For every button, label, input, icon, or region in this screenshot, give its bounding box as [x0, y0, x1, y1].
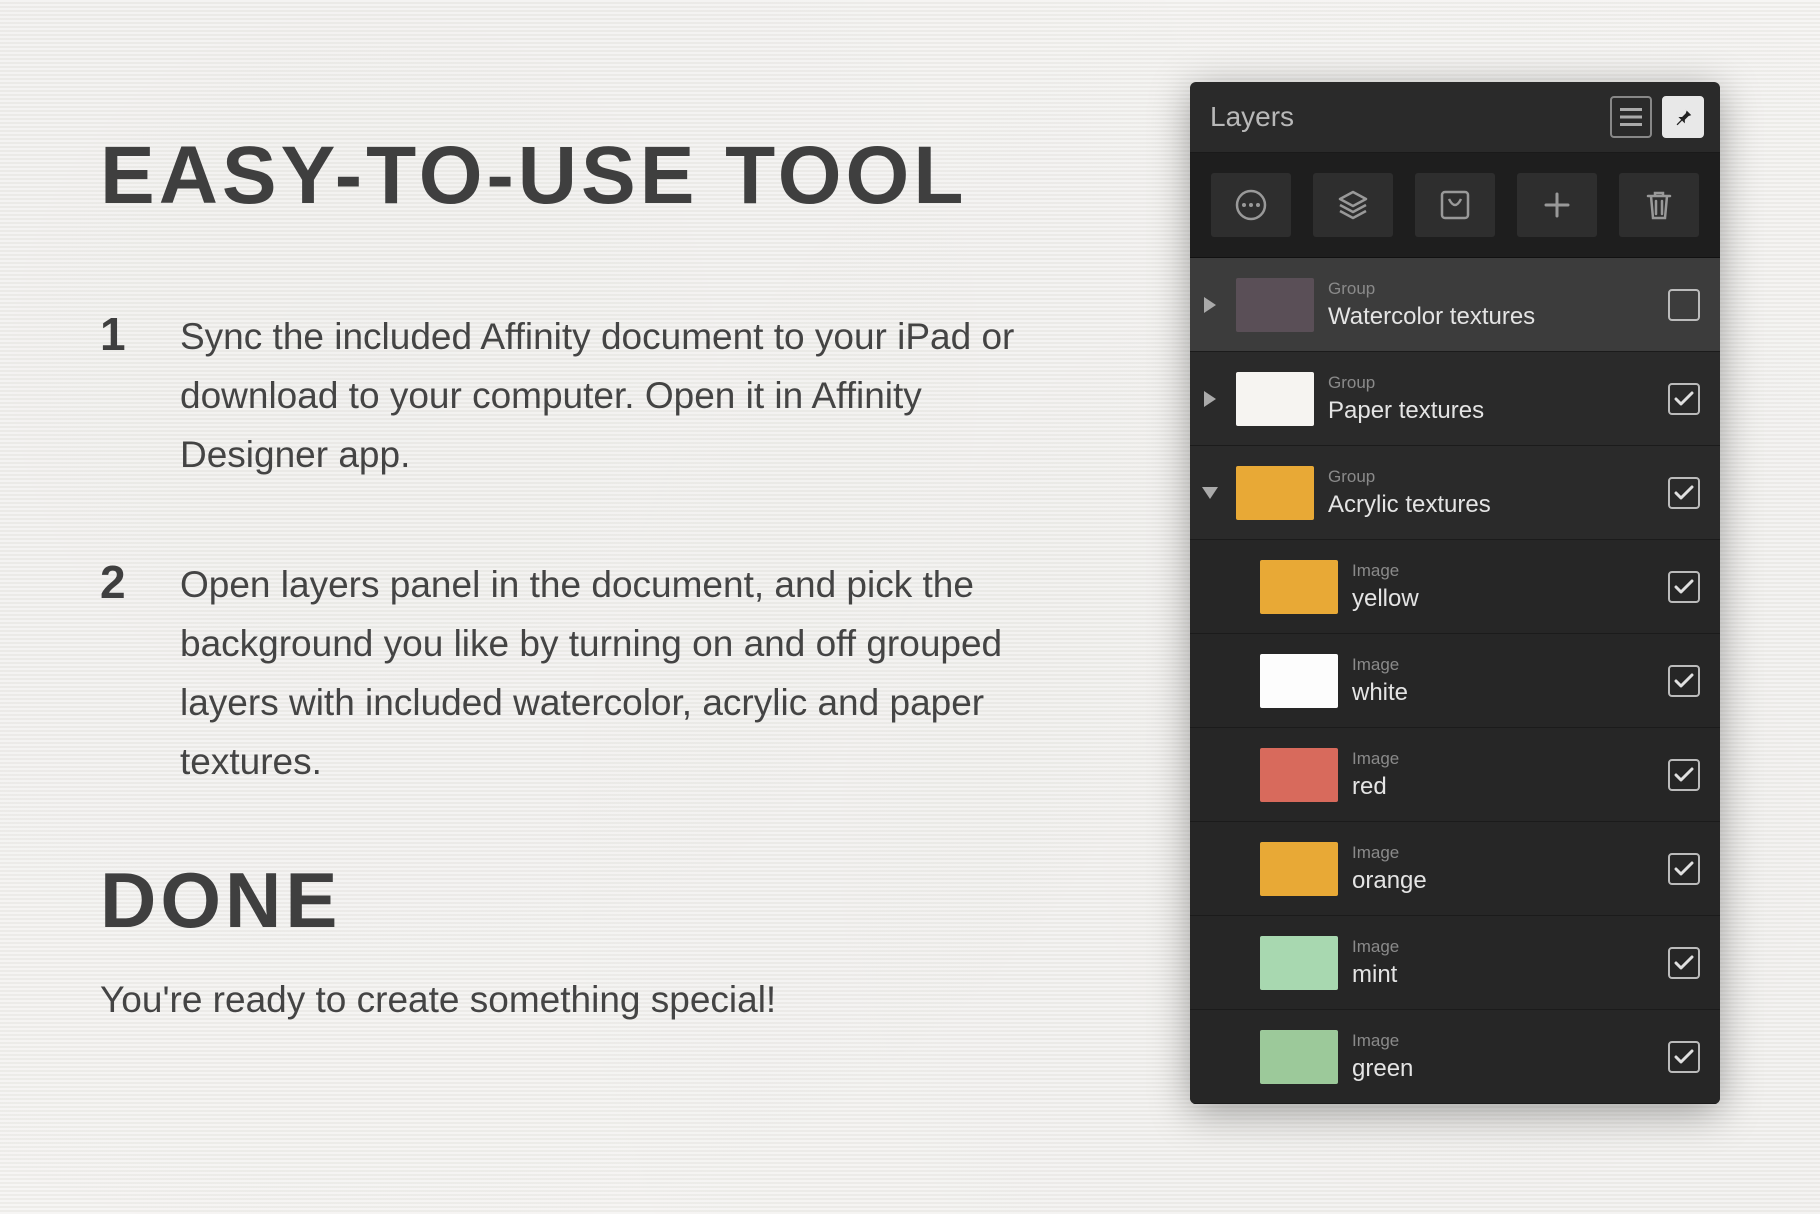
step-item: 1 Sync the included Affinity document to…: [100, 307, 1080, 485]
layer-type: Image: [1352, 1031, 1654, 1051]
layer-row[interactable]: Group Paper textures: [1190, 352, 1720, 446]
layers-panel: Layers Group Watercolor textures Group Pape…: [1190, 82, 1720, 1104]
layer-info: Image red: [1352, 749, 1654, 801]
layer-type: Group: [1328, 373, 1654, 393]
trash-icon: [1645, 189, 1673, 221]
menu-icon: [1620, 108, 1642, 126]
layer-row[interactable]: Group Acrylic textures: [1190, 446, 1720, 540]
chevron-right-icon[interactable]: [1198, 387, 1222, 411]
layer-name: orange: [1352, 867, 1654, 895]
check-icon: [1674, 861, 1694, 877]
layer-thumbnail: [1260, 936, 1338, 990]
layer-info: Image orange: [1352, 843, 1654, 895]
layer-name: red: [1352, 773, 1654, 801]
layer-row[interactable]: Image orange: [1190, 822, 1720, 916]
layer-type: Group: [1328, 467, 1654, 487]
layer-list: Group Watercolor textures Group Paper textu…: [1190, 258, 1720, 1104]
layer-type: Group: [1328, 279, 1654, 299]
visibility-checkbox[interactable]: [1668, 947, 1700, 979]
layer-name: Paper textures: [1328, 397, 1654, 425]
layer-info: Image green: [1352, 1031, 1654, 1083]
plus-icon: [1542, 190, 1572, 220]
pin-panel-button[interactable]: [1662, 96, 1704, 138]
check-icon: [1674, 673, 1694, 689]
layer-name: yellow: [1352, 585, 1654, 613]
layer-name: mint: [1352, 961, 1654, 989]
visibility-checkbox[interactable]: [1668, 759, 1700, 791]
layer-row[interactable]: Image yellow: [1190, 540, 1720, 634]
check-icon: [1674, 579, 1694, 595]
step-text: Open layers panel in the document, and p…: [180, 555, 1080, 792]
visibility-checkbox[interactable]: [1668, 477, 1700, 509]
layer-info: Image white: [1352, 655, 1654, 707]
layer-type: Image: [1352, 749, 1654, 769]
page-title: EASY-TO-USE TOOL: [100, 135, 1080, 217]
layer-row[interactable]: Group Watercolor textures: [1190, 258, 1720, 352]
layer-thumbnail: [1236, 278, 1314, 332]
done-text: You're ready to create something special…: [100, 979, 1080, 1021]
check-icon: [1674, 767, 1694, 783]
panel-header: Layers: [1190, 82, 1720, 153]
layer-row[interactable]: Image mint: [1190, 916, 1720, 1010]
layer-thumbnail: [1236, 466, 1314, 520]
layer-info: Image yellow: [1352, 561, 1654, 613]
layer-name: Acrylic textures: [1328, 491, 1654, 519]
layer-thumbnail: [1260, 842, 1338, 896]
panel-header-actions: [1610, 96, 1704, 138]
layer-thumbnail: [1260, 1030, 1338, 1084]
mask-icon: [1439, 189, 1471, 221]
panel-toolbar: [1190, 153, 1720, 258]
step-number: 2: [100, 555, 140, 792]
done-heading: DONE: [100, 861, 1080, 939]
more-options-icon: [1234, 188, 1268, 222]
layer-row[interactable]: Image red: [1190, 728, 1720, 822]
step-number: 1: [100, 307, 140, 485]
layer-options-button[interactable]: [1211, 173, 1291, 237]
visibility-checkbox[interactable]: [1668, 665, 1700, 697]
layer-name: Watercolor textures: [1328, 303, 1654, 331]
layer-type: Image: [1352, 655, 1654, 675]
step-text: Sync the included Affinity document to y…: [180, 307, 1080, 485]
chevron-right-icon[interactable]: [1198, 293, 1222, 317]
layer-name: green: [1352, 1055, 1654, 1083]
layer-thumbnail: [1260, 748, 1338, 802]
panel-title: Layers: [1210, 101, 1294, 133]
layer-stack-button[interactable]: [1313, 173, 1393, 237]
layer-thumbnail: [1236, 372, 1314, 426]
visibility-checkbox[interactable]: [1668, 1041, 1700, 1073]
layer-info: Group Paper textures: [1328, 373, 1654, 425]
layer-thumbnail: [1260, 560, 1338, 614]
layer-thumbnail: [1260, 654, 1338, 708]
check-icon: [1674, 391, 1694, 407]
chevron-down-icon[interactable]: [1198, 481, 1222, 505]
layer-type: Image: [1352, 937, 1654, 957]
instructions-column: EASY-TO-USE TOOL 1 Sync the included Aff…: [100, 135, 1080, 1021]
layer-type: Image: [1352, 843, 1654, 863]
check-icon: [1674, 485, 1694, 501]
steps-list: 1 Sync the included Affinity document to…: [100, 307, 1080, 791]
check-icon: [1674, 1049, 1694, 1065]
layers-icon: [1336, 188, 1370, 222]
layer-type: Image: [1352, 561, 1654, 581]
layer-row[interactable]: Image white: [1190, 634, 1720, 728]
step-item: 2 Open layers panel in the document, and…: [100, 555, 1080, 792]
visibility-checkbox[interactable]: [1668, 571, 1700, 603]
layer-row[interactable]: Image green: [1190, 1010, 1720, 1104]
layer-info: Image mint: [1352, 937, 1654, 989]
check-icon: [1674, 955, 1694, 971]
layer-info: Group Acrylic textures: [1328, 467, 1654, 519]
visibility-checkbox[interactable]: [1668, 853, 1700, 885]
layer-name: white: [1352, 679, 1654, 707]
panel-menu-button[interactable]: [1610, 96, 1652, 138]
add-layer-button[interactable]: [1517, 173, 1597, 237]
mask-button[interactable]: [1415, 173, 1495, 237]
layer-info: Group Watercolor textures: [1328, 279, 1654, 331]
delete-layer-button[interactable]: [1619, 173, 1699, 237]
pin-icon: [1672, 106, 1694, 128]
visibility-checkbox[interactable]: [1668, 383, 1700, 415]
visibility-checkbox[interactable]: [1668, 289, 1700, 321]
